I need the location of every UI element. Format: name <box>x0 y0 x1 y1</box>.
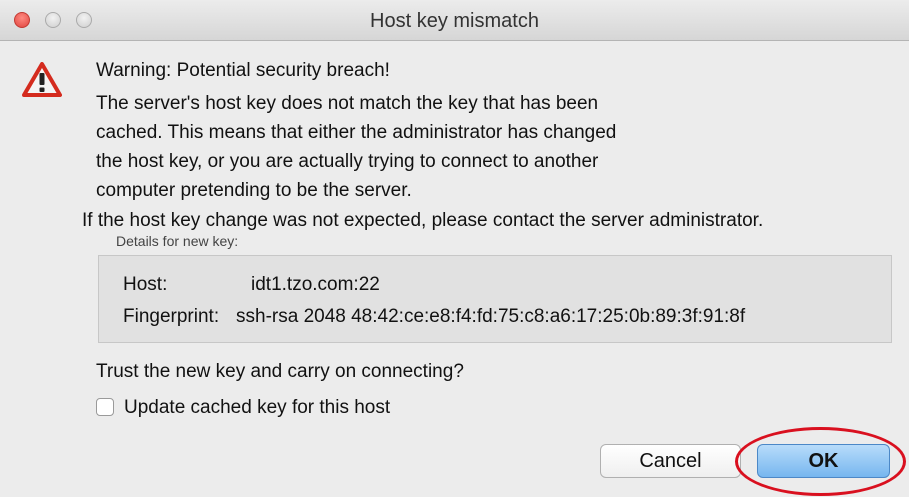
warning-paragraph-line: computer pretending to be the server. <box>96 180 412 201</box>
warning-paragraph-line: the host key, or you are actually trying… <box>96 151 599 172</box>
details-label: Details for new key: <box>116 233 239 249</box>
key-details-box: Host: idt1.tzo.com:22 Fingerprint: ssh-r… <box>98 255 892 343</box>
host-label: Host: <box>123 274 168 295</box>
fingerprint-label: Fingerprint: <box>123 306 220 327</box>
warning-paragraph-line: cached. This means that either the admin… <box>96 122 617 143</box>
host-value: idt1.tzo.com:22 <box>251 274 380 295</box>
update-cached-key-checkbox[interactable] <box>96 398 114 416</box>
update-cached-key-label[interactable]: Update cached key for this host <box>124 393 390 422</box>
warning-paragraph-line: The server's host key does not match the… <box>96 93 599 114</box>
warning-paragraph: The server's host key does not match the… <box>96 89 616 205</box>
ok-button[interactable]: OK <box>757 444 890 478</box>
window-title: Host key mismatch <box>370 10 539 32</box>
trust-question: Trust the new key and carry on connectin… <box>96 361 464 382</box>
fingerprint-value: ssh-rsa 2048 48:42:ce:e8:f4:fd:75:c8:a6:… <box>236 306 746 327</box>
warning-heading: Warning: Potential security breach! <box>96 60 390 81</box>
contact-admin-text: If the host key change was not expected,… <box>82 210 764 231</box>
warning-triangle-icon <box>22 62 62 97</box>
cancel-button[interactable]: Cancel <box>600 444 741 478</box>
title-bar: Host key mismatch <box>0 0 909 41</box>
